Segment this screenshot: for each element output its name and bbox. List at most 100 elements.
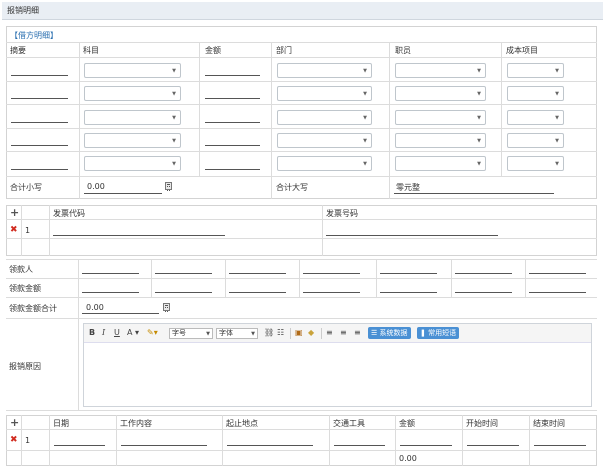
font-size-select[interactable]: 字号 ▼ bbox=[169, 328, 213, 339]
amount-input[interactable] bbox=[205, 122, 260, 123]
cost-item-select[interactable]: ▼ bbox=[507, 110, 564, 125]
system-data-button[interactable]: ☰ 系统数据 bbox=[368, 327, 411, 339]
staff-select[interactable]: ▼ bbox=[395, 156, 486, 171]
delete-row-icon[interactable]: ✖ bbox=[10, 226, 18, 235]
italic-icon[interactable]: I bbox=[102, 327, 105, 338]
payee-amount-label: 领款金额 bbox=[9, 284, 41, 293]
align-center-icon[interactable]: ≡ bbox=[340, 327, 347, 338]
add-trip-row-button[interactable]: + bbox=[10, 417, 19, 428]
payee-amount-input[interactable] bbox=[303, 292, 360, 293]
staff-select[interactable]: ▼ bbox=[395, 86, 486, 101]
summary-input[interactable] bbox=[11, 145, 68, 146]
chevron-down-icon: ▼ bbox=[477, 138, 481, 144]
amount-input[interactable] bbox=[205, 145, 260, 146]
chevron-down-icon: ▼ bbox=[477, 161, 481, 167]
font-color-icon[interactable]: A ▾ bbox=[127, 327, 139, 338]
payee-amount-input[interactable] bbox=[82, 292, 139, 293]
font-family-select[interactable]: 字体 ▼ bbox=[216, 328, 258, 339]
cost-item-select[interactable]: ▼ bbox=[507, 133, 564, 148]
cost-item-select[interactable]: ▼ bbox=[507, 156, 564, 171]
underline-icon[interactable]: U bbox=[114, 327, 120, 338]
summary-input[interactable] bbox=[11, 75, 68, 76]
department-select[interactable]: ▼ bbox=[277, 133, 372, 148]
chevron-down-icon: ▼ bbox=[555, 161, 559, 167]
payee-input[interactable] bbox=[380, 273, 437, 274]
staff-select[interactable]: ▼ bbox=[395, 63, 486, 78]
trip-amount-input[interactable] bbox=[400, 445, 452, 446]
clear-format-icon[interactable]: ◆ bbox=[308, 327, 314, 338]
department-select[interactable]: ▼ bbox=[277, 63, 372, 78]
reason-editor[interactable]: B I U A ▾ ✎▾ 字号 ▼ 字体 ▼ ⛓ ☷ ▣ ◆ ≡ ≡ ≡ ☰ 系… bbox=[83, 323, 592, 407]
add-invoice-row-button[interactable]: + bbox=[10, 207, 19, 218]
chevron-down-icon: ▼ bbox=[172, 138, 176, 144]
highlight-icon[interactable]: ✎▾ bbox=[147, 327, 158, 338]
uppercase-label: 合计大写 bbox=[276, 183, 308, 192]
date-input[interactable] bbox=[54, 445, 105, 446]
work-content-input[interactable] bbox=[121, 445, 207, 446]
subtotal-label: 合计小写 bbox=[10, 183, 42, 192]
department-select[interactable]: ▼ bbox=[277, 86, 372, 101]
unlink-icon[interactable]: ☷ bbox=[277, 327, 284, 338]
invoice-table bbox=[6, 205, 597, 256]
calculator-icon[interactable] bbox=[163, 303, 170, 312]
payee-input[interactable] bbox=[529, 273, 586, 274]
chevron-down-icon: ▼ bbox=[363, 115, 367, 121]
transport-input[interactable] bbox=[334, 445, 385, 446]
summary-input[interactable] bbox=[11, 169, 68, 170]
amount-input[interactable] bbox=[205, 75, 260, 76]
payee-input[interactable] bbox=[455, 273, 512, 274]
chevron-down-icon: ▼ bbox=[477, 68, 481, 74]
summary-input[interactable] bbox=[11, 98, 68, 99]
align-left-icon[interactable]: ≡ bbox=[326, 327, 333, 338]
payee-amount-input[interactable] bbox=[380, 292, 437, 293]
payee-amount-input[interactable] bbox=[529, 292, 586, 293]
staff-select[interactable]: ▼ bbox=[395, 133, 486, 148]
subtotal-input[interactable] bbox=[84, 193, 162, 194]
subject-select[interactable]: ▼ bbox=[84, 63, 181, 78]
common-phrase-button[interactable]: ❚ 常用短语 bbox=[417, 327, 460, 339]
uppercase-value: 零元整 bbox=[396, 183, 420, 192]
payee-input[interactable] bbox=[82, 273, 139, 274]
database-icon: ☰ bbox=[371, 329, 380, 337]
subject-select[interactable]: ▼ bbox=[84, 133, 181, 148]
bookmark-icon: ❚ bbox=[420, 329, 429, 337]
amount-input[interactable] bbox=[205, 98, 260, 99]
chevron-down-icon: ▼ bbox=[206, 331, 210, 337]
image-icon[interactable]: ▣ bbox=[295, 327, 303, 338]
payee-amount-input[interactable] bbox=[155, 292, 212, 293]
payee-amount-input[interactable] bbox=[455, 292, 512, 293]
department-select[interactable]: ▼ bbox=[277, 110, 372, 125]
editor-toolbar: B I U A ▾ ✎▾ 字号 ▼ 字体 ▼ ⛓ ☷ ▣ ◆ ≡ ≡ ≡ ☰ 系… bbox=[84, 324, 591, 343]
delete-row-icon[interactable]: ✖ bbox=[10, 436, 18, 445]
link-icon[interactable]: ⛓ bbox=[264, 327, 274, 338]
payee-input[interactable] bbox=[229, 273, 286, 274]
chevron-down-icon: ▼ bbox=[555, 68, 559, 74]
payee-input[interactable] bbox=[303, 273, 360, 274]
cost-item-select[interactable]: ▼ bbox=[507, 86, 564, 101]
cost-item-select[interactable]: ▼ bbox=[507, 63, 564, 78]
staff-select[interactable]: ▼ bbox=[395, 110, 486, 125]
summary-input[interactable] bbox=[11, 122, 68, 123]
invoice-number-input[interactable] bbox=[326, 235, 498, 236]
subject-select[interactable]: ▼ bbox=[84, 86, 181, 101]
route-input[interactable] bbox=[227, 445, 313, 446]
col-department: 部门 bbox=[276, 46, 292, 55]
col-invoice-code: 发票代码 bbox=[53, 209, 85, 218]
reason-label: 报销原因 bbox=[9, 362, 41, 371]
payee-amount-input[interactable] bbox=[229, 292, 286, 293]
calculator-icon[interactable] bbox=[165, 182, 172, 191]
start-time-input[interactable] bbox=[467, 445, 519, 446]
department-select[interactable]: ▼ bbox=[277, 156, 372, 171]
payee-input[interactable] bbox=[155, 273, 212, 274]
amount-input[interactable] bbox=[205, 169, 260, 170]
trip-table bbox=[6, 415, 597, 466]
payee-total-input[interactable] bbox=[82, 313, 159, 314]
align-right-icon[interactable]: ≡ bbox=[354, 327, 361, 338]
invoice-code-input[interactable] bbox=[53, 235, 225, 236]
bold-icon[interactable]: B bbox=[89, 327, 95, 338]
subject-select[interactable]: ▼ bbox=[84, 156, 181, 171]
subject-select[interactable]: ▼ bbox=[84, 110, 181, 125]
payee-total-value: 0.00 bbox=[86, 303, 104, 312]
col-staff: 职员 bbox=[395, 46, 411, 55]
end-time-input[interactable] bbox=[534, 445, 586, 446]
